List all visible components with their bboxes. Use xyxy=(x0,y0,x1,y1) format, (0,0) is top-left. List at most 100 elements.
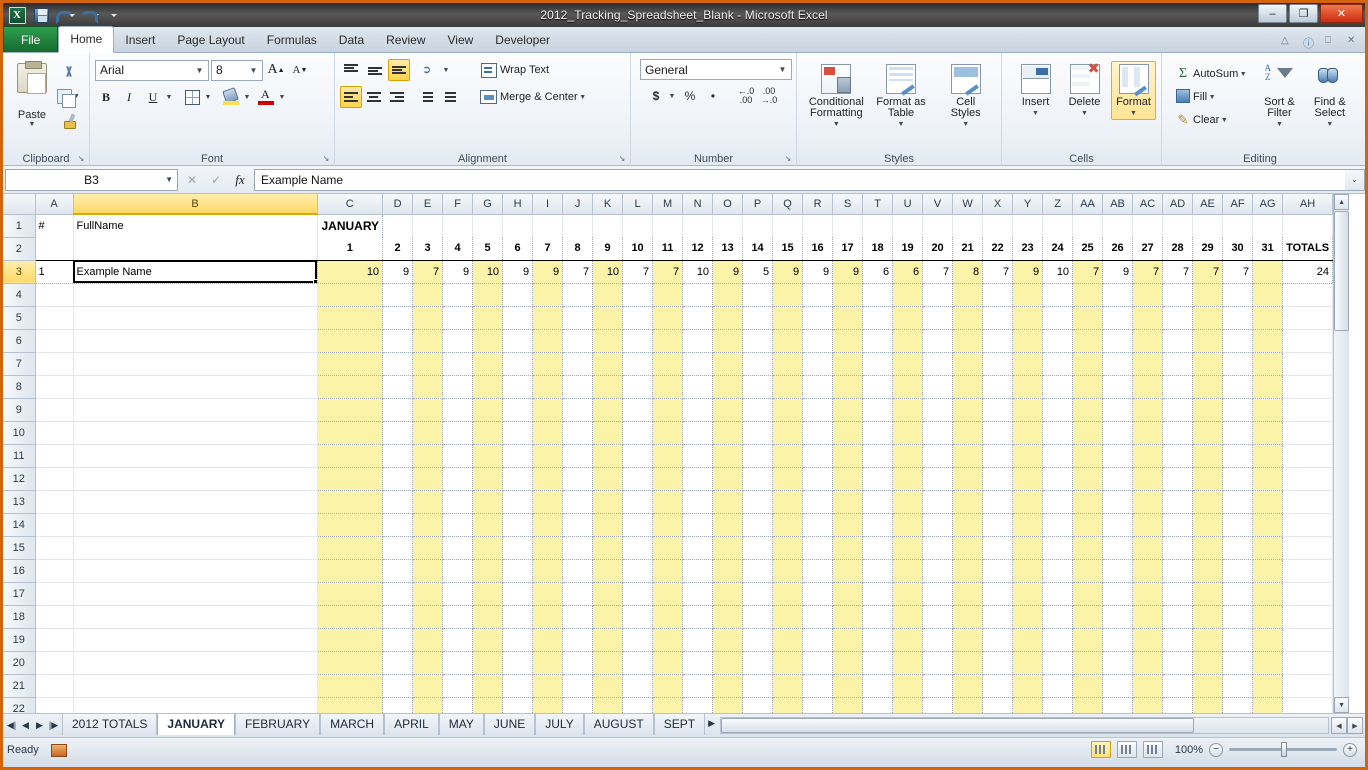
column-header-B[interactable]: B xyxy=(73,194,317,214)
cell-N17[interactable] xyxy=(683,582,713,605)
cell-AH17[interactable] xyxy=(1283,582,1333,605)
cell-R13[interactable] xyxy=(803,490,833,513)
cell-W11[interactable] xyxy=(953,444,983,467)
cell-D19[interactable] xyxy=(383,628,413,651)
cell-H16[interactable] xyxy=(503,559,533,582)
cell-AB9[interactable] xyxy=(1103,398,1133,421)
zoom-slider-thumb[interactable] xyxy=(1281,742,1287,757)
cell-J18[interactable] xyxy=(563,605,593,628)
cell-AD15[interactable] xyxy=(1163,536,1193,559)
cell-H14[interactable] xyxy=(503,513,533,536)
cell-R18[interactable] xyxy=(803,605,833,628)
cell-AE10[interactable] xyxy=(1193,421,1223,444)
cell-N21[interactable] xyxy=(683,674,713,697)
cell-J15[interactable] xyxy=(563,536,593,559)
cell-S2[interactable]: 17 xyxy=(833,237,863,260)
row-header-21[interactable]: 21 xyxy=(3,674,35,697)
cell-U16[interactable] xyxy=(893,559,923,582)
cell-M15[interactable] xyxy=(653,536,683,559)
cell-AD3[interactable]: 7 xyxy=(1163,260,1193,283)
cell-B16[interactable] xyxy=(73,559,317,582)
cell-AC9[interactable] xyxy=(1133,398,1163,421)
clear-button[interactable]: ✎ Clear ▼ xyxy=(1173,109,1252,131)
cell-B22[interactable] xyxy=(73,697,317,713)
cell-K12[interactable] xyxy=(593,467,623,490)
cell-A10[interactable] xyxy=(35,421,73,444)
cell-L13[interactable] xyxy=(623,490,653,513)
cell-Y12[interactable] xyxy=(1013,467,1043,490)
row-header-17[interactable]: 17 xyxy=(3,582,35,605)
cell-Q2[interactable]: 15 xyxy=(773,237,803,260)
cell-AC2[interactable]: 27 xyxy=(1133,237,1163,260)
cell-H15[interactable] xyxy=(503,536,533,559)
cell-Y19[interactable] xyxy=(1013,628,1043,651)
column-header-S[interactable]: S xyxy=(833,194,863,214)
cell-J14[interactable] xyxy=(563,513,593,536)
cell-I7[interactable] xyxy=(533,352,563,375)
cell-AD10[interactable] xyxy=(1163,421,1193,444)
cell-AD16[interactable] xyxy=(1163,559,1193,582)
cell-E9[interactable] xyxy=(413,398,443,421)
cell-AC19[interactable] xyxy=(1133,628,1163,651)
cell-AF16[interactable] xyxy=(1223,559,1253,582)
column-header-AG[interactable]: AG xyxy=(1253,194,1283,214)
cell-AG4[interactable] xyxy=(1253,283,1283,306)
cell-T10[interactable] xyxy=(863,421,893,444)
cell-AH18[interactable] xyxy=(1283,605,1333,628)
sheet-tab-april[interactable]: APRIL xyxy=(384,714,439,735)
cell-U20[interactable] xyxy=(893,651,923,674)
cell-V13[interactable] xyxy=(923,490,953,513)
cell-I13[interactable] xyxy=(533,490,563,513)
column-header-Q[interactable]: Q xyxy=(773,194,803,214)
cell-C22[interactable] xyxy=(317,697,383,713)
prev-sheet-icon[interactable]: ◀ xyxy=(20,720,31,731)
cell-F17[interactable] xyxy=(443,582,473,605)
cell-J6[interactable] xyxy=(563,329,593,352)
percent-style-button[interactable]: % xyxy=(679,85,701,107)
cell-Q18[interactable] xyxy=(773,605,803,628)
formula-input[interactable]: Example Name xyxy=(254,169,1345,191)
cell-E18[interactable] xyxy=(413,605,443,628)
middle-align-button[interactable] xyxy=(364,59,386,81)
cell-X5[interactable] xyxy=(983,306,1013,329)
cell-I3[interactable]: 9 xyxy=(533,260,563,283)
cell-Y11[interactable] xyxy=(1013,444,1043,467)
cell-AG13[interactable] xyxy=(1253,490,1283,513)
insert-cells-button[interactable]: Insert ▼ xyxy=(1013,61,1058,120)
cell-I9[interactable] xyxy=(533,398,563,421)
tab-view[interactable]: View xyxy=(437,28,485,53)
cell-V6[interactable] xyxy=(923,329,953,352)
cell-Q6[interactable] xyxy=(773,329,803,352)
cell-V18[interactable] xyxy=(923,605,953,628)
cell-W3[interactable]: 8 xyxy=(953,260,983,283)
cell-AE21[interactable] xyxy=(1193,674,1223,697)
cell-P4[interactable] xyxy=(743,283,773,306)
cell-Z16[interactable] xyxy=(1043,559,1073,582)
cell-B2[interactable] xyxy=(73,237,317,260)
column-header-O[interactable]: O xyxy=(713,194,743,214)
cell-AC12[interactable] xyxy=(1133,467,1163,490)
cell-I18[interactable] xyxy=(533,605,563,628)
cell-U14[interactable] xyxy=(893,513,923,536)
row-header-20[interactable]: 20 xyxy=(3,651,35,674)
cell-AD9[interactable] xyxy=(1163,398,1193,421)
cell-X12[interactable] xyxy=(983,467,1013,490)
cell-O8[interactable] xyxy=(713,375,743,398)
cell-V16[interactable] xyxy=(923,559,953,582)
cancel-formula-icon[interactable]: ✕ xyxy=(181,170,203,190)
cell-Z1[interactable] xyxy=(1043,214,1073,237)
cell-H8[interactable] xyxy=(503,375,533,398)
cell-E15[interactable] xyxy=(413,536,443,559)
cell-H1[interactable] xyxy=(503,214,533,237)
cell-U15[interactable] xyxy=(893,536,923,559)
cell-R12[interactable] xyxy=(803,467,833,490)
tab-file[interactable]: File xyxy=(3,26,58,52)
cell-U6[interactable] xyxy=(893,329,923,352)
cell-M18[interactable] xyxy=(653,605,683,628)
cell-L7[interactable] xyxy=(623,352,653,375)
cell-AD11[interactable] xyxy=(1163,444,1193,467)
clipboard-dialog-launcher[interactable]: ↘ xyxy=(76,154,86,164)
cell-S18[interactable] xyxy=(833,605,863,628)
cell-I20[interactable] xyxy=(533,651,563,674)
cell-V21[interactable] xyxy=(923,674,953,697)
